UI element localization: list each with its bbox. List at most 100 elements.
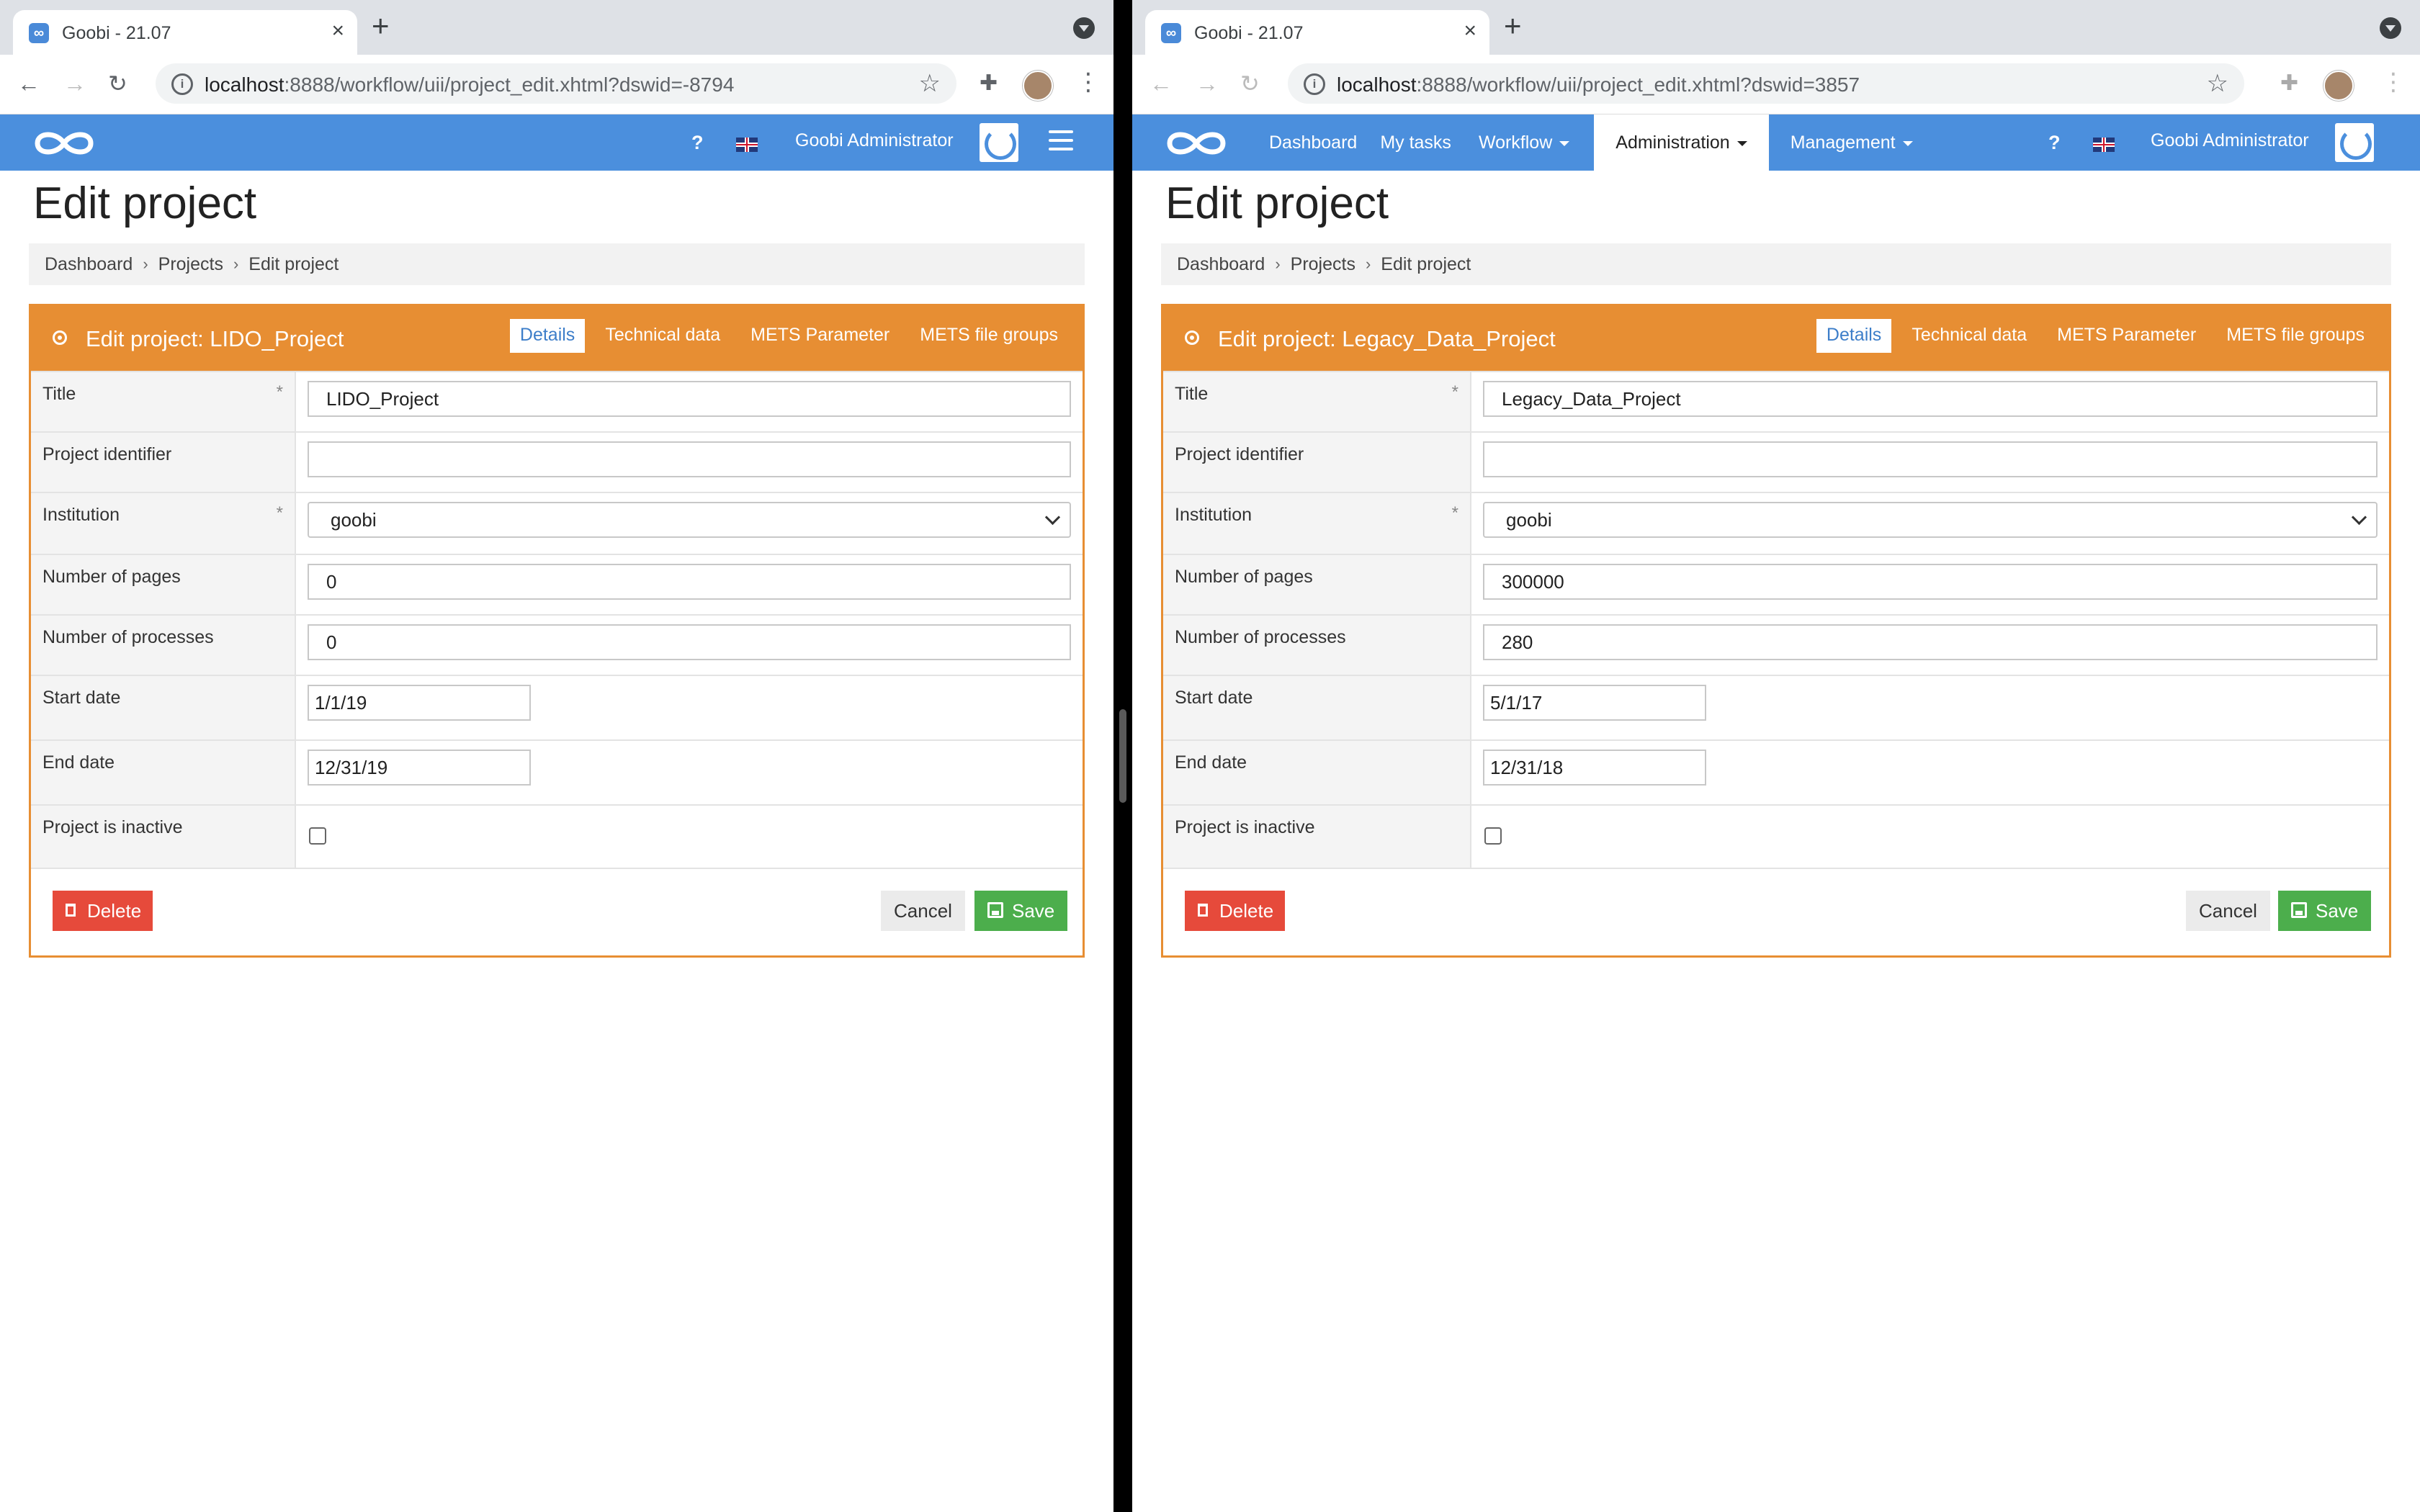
help-icon[interactable]: ? [691,132,704,154]
nav-management[interactable]: Management [1769,114,1924,171]
site-info-icon[interactable]: i [1304,73,1325,95]
title-input[interactable]: LIDO_Project [308,381,1071,417]
breadcrumb-dashboard[interactable]: Dashboard [1177,254,1265,275]
project-inactive-checkbox[interactable] [1484,827,1502,845]
profile-avatar[interactable] [2323,71,2354,101]
close-tab-icon[interactable]: × [1464,20,1476,42]
breadcrumb: Dashboard › Projects › Edit project [29,243,1085,285]
language-flag-icon[interactable] [736,138,758,152]
delete-button[interactable]: Delete [53,891,153,931]
user-name[interactable]: Goobi Administrator [2151,130,2309,151]
number-of-processes-input[interactable]: 0 [308,624,1071,660]
edit-project-panel: Edit project: Legacy_Data_Project Detail… [1161,304,2391,958]
address-bar[interactable]: i localhost:8888/workflow/uii/project_ed… [1288,63,2244,104]
nav-administration[interactable]: Administration [1594,114,1769,171]
tab-mets-file-groups[interactable]: METS file groups [2216,319,2375,353]
tab-details[interactable]: Details [1816,319,1892,353]
tab-technical-data[interactable]: Technical data [1901,319,2037,353]
tab-mets-parameter[interactable]: METS Parameter [2047,319,2206,353]
nav-workflow[interactable]: Workflow [1463,114,1581,171]
required-asterisk: * [276,382,283,402]
profile-avatar[interactable] [1023,71,1053,101]
delete-button-label: Delete [1219,900,1274,922]
new-tab-icon[interactable]: + [1504,10,1522,42]
cancel-button[interactable]: Cancel [881,891,965,931]
bookmark-star-icon[interactable]: ☆ [2207,69,2228,98]
institution-select[interactable]: goobi [308,502,1071,538]
back-icon[interactable]: ← [17,69,40,98]
hamburger-menu-icon[interactable] [1049,130,1073,156]
nav-my-tasks[interactable]: My tasks [1368,114,1463,171]
breadcrumb-dashboard[interactable]: Dashboard [45,254,133,275]
tab-details[interactable]: Details [509,319,586,353]
user-name[interactable]: Goobi Administrator [795,130,954,151]
reload-icon[interactable]: ↻ [1240,69,1260,98]
save-button-label: Save [1012,900,1055,922]
number-of-processes-input[interactable]: 280 [1483,624,2378,660]
extensions-icon[interactable]: ✚ [980,71,998,96]
close-tab-icon[interactable]: × [331,20,344,42]
start-date-input[interactable]: 1/1/19 [308,685,531,721]
language-flag-icon[interactable] [2093,138,2115,152]
cancel-button[interactable]: Cancel [2186,891,2270,931]
browser-menu-icon[interactable]: ⋮ [2381,68,2406,96]
site-info-icon[interactable]: i [171,73,193,95]
nav-dashboard[interactable]: Dashboard [1258,114,1368,171]
browser-window-right: ∞ Goobi - 21.07 × + ← → ↻ i localhost:88… [1132,0,2420,1512]
user-avatar-icon[interactable] [980,123,1018,162]
split-divider[interactable] [1113,0,1132,1512]
save-button[interactable]: Save [974,891,1068,931]
reload-icon[interactable]: ↻ [108,69,127,98]
start-date-label: Start date [1163,676,1471,739]
tab-title: Goobi - 21.07 [1194,23,1304,43]
end-date-input[interactable]: 12/31/19 [308,750,531,786]
project-identifier-input[interactable] [1483,441,2378,477]
project-identifier-input[interactable] [308,441,1071,477]
delete-button[interactable]: Delete [1185,891,1286,931]
tab-search-icon[interactable] [1073,17,1095,39]
panel-footer: Delete Cancel Save [1163,868,2389,955]
tab-search-icon[interactable] [2380,17,2401,39]
panel-title: Edit project: Legacy_Data_Project [1218,326,1556,351]
page-title: Edit project [33,179,257,228]
tab-mets-parameter[interactable]: METS Parameter [740,319,900,353]
browser-tab[interactable]: ∞ Goobi - 21.07 × [13,10,357,55]
required-asterisk: * [1451,503,1458,523]
floppy-disk-icon [987,902,1003,918]
divider-grip-handle[interactable] [1119,709,1126,803]
forward-icon[interactable]: → [63,69,86,98]
save-button[interactable]: Save [2278,891,2372,931]
address-bar[interactable]: i localhost:8888/workflow/uii/project_ed… [156,63,956,104]
form-row-processes: Number of processes 280 [1163,614,2389,675]
institution-select[interactable]: goobi [1483,502,2378,538]
forward-icon[interactable]: → [1196,69,1219,98]
floppy-disk-icon [2291,902,2307,918]
browser-menu-icon[interactable]: ⋮ [1076,68,1101,96]
extensions-icon[interactable]: ✚ [2280,71,2298,96]
processes-label: Number of processes [1163,616,1471,675]
goobi-logo-icon[interactable] [1164,129,1229,158]
chevron-down-icon [1044,509,1061,526]
bookmark-star-icon[interactable]: ☆ [919,69,941,98]
new-tab-icon[interactable]: + [372,10,390,42]
browser-tab[interactable]: ∞ Goobi - 21.07 × [1145,10,1489,55]
number-of-pages-input[interactable]: 0 [308,564,1071,600]
goobi-logo-icon[interactable] [32,129,97,158]
caret-down-icon [1736,140,1747,146]
number-of-pages-input[interactable]: 300000 [1483,564,2378,600]
panel-footer: Delete Cancel Save [31,868,1083,955]
back-icon[interactable]: ← [1150,69,1173,98]
breadcrumb-projects[interactable]: Projects [158,254,223,275]
breadcrumb-projects[interactable]: Projects [1291,254,1355,275]
end-date-input[interactable]: 12/31/18 [1483,750,1706,786]
browser-toolbar: ← → ↻ i localhost:8888/workflow/uii/proj… [1132,55,2420,114]
browser-toolbar: ← → ↻ i localhost:8888/workflow/uii/proj… [0,55,1113,114]
start-date-input[interactable]: 5/1/17 [1483,685,1706,721]
title-input[interactable]: Legacy_Data_Project [1483,381,2378,417]
tab-mets-file-groups[interactable]: METS file groups [910,319,1068,353]
help-icon[interactable]: ? [2048,132,2061,154]
project-inactive-checkbox[interactable] [309,827,326,845]
tab-technical-data[interactable]: Technical data [595,319,730,353]
end-date-label: End date [1163,741,1471,804]
user-avatar-icon[interactable] [2335,123,2374,162]
